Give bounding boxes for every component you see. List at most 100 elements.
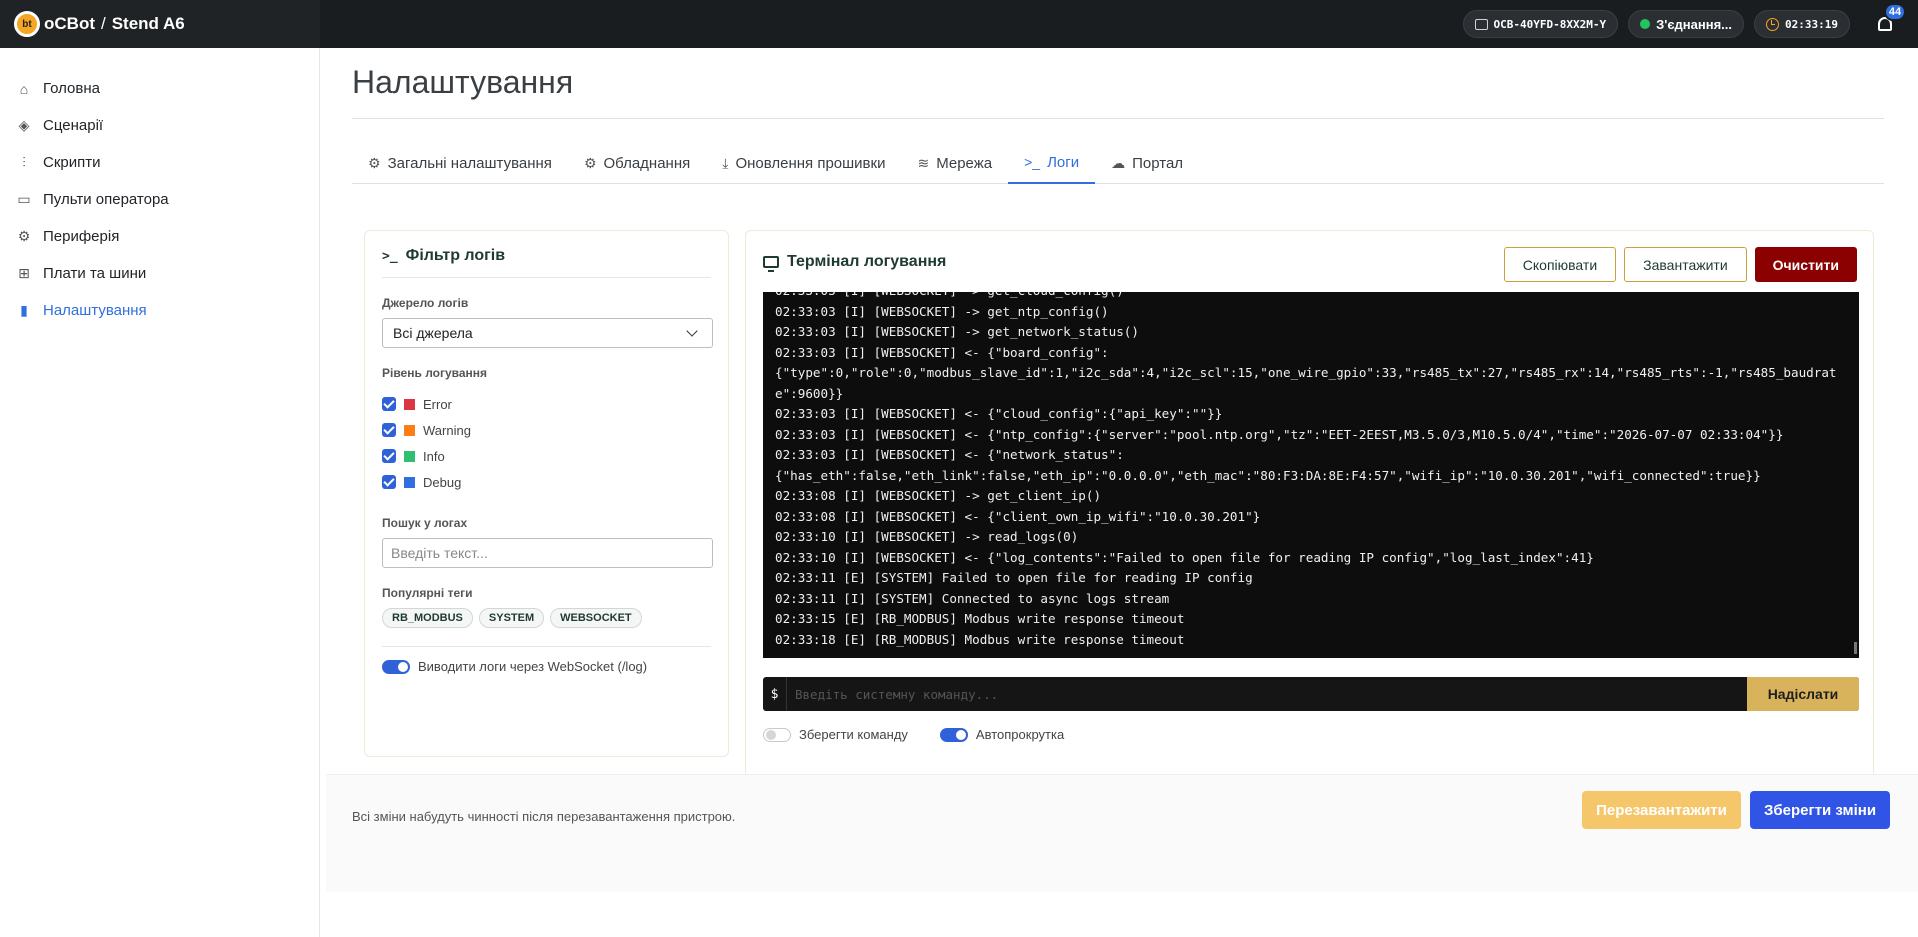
divider [352,118,1884,119]
clear-button[interactable]: Очистити [1754,247,1857,282]
save-command-toggle[interactable] [763,727,791,742]
log-line: 02:33:03 [I] [WEBSOCKET] <- {"ntp_config… [775,426,1784,442]
sidebar-item-label: Периферія [43,228,120,245]
tag-rb-modbus[interactable]: RB_MODBUS [382,608,473,628]
filter-title: Фільтр логів [405,247,506,264]
log-line: 02:33:11 [I] [SYSTEM] Connected to async… [775,590,1170,606]
device-id: OCB-40YFD-8XX2M-Y [1493,17,1607,31]
terminal-icon: >_ [1024,154,1041,170]
tab-network[interactable]: ≋ Мережа [901,142,1008,184]
tags-label: Популярні теги [382,586,473,600]
reboot-button[interactable]: Перезавантажити [1582,791,1741,829]
log-line: 02:33:03 [I] [WEBSOCKET] -> get_ntp_conf… [775,303,1109,319]
tab-general[interactable]: ⚙ Загальні налаштування [352,142,568,184]
level-label-text: Error [423,396,452,412]
tag-websocket[interactable]: WEBSOCKET [550,608,642,628]
websocket-log-toggle-row: Виводити логи через WebSocket (/log) [382,646,711,674]
folder-plus-icon: ⊞ [18,265,30,281]
sidebar-item-label: Плати та шини [43,265,147,282]
notifications-button[interactable]: 44 [1866,3,1906,39]
sidebar-item-peripherals[interactable]: ⚙ Периферія [0,218,319,255]
device-id-pill[interactable]: OCB-40YFD-8XX2M-Y [1462,10,1619,38]
log-line: 02:33:15 [E] [RB_MODBUS] Modbus write re… [775,611,1185,626]
log-line: 02:33:03 [I] [WEBSOCKET] -> get_cloud_co… [775,292,1847,302]
tab-label: Логи [1047,153,1080,171]
download-button[interactable]: Завантажити [1624,247,1747,282]
terminal-title: Термінал логування [787,253,947,270]
tab-label: Загальні налаштування [387,154,552,172]
level-error-checkbox[interactable] [382,397,396,411]
current-time: 02:33:19 [1785,17,1838,31]
search-placeholder: Введіть текст... [391,545,488,561]
terminal-card-header: Термінал логування [763,253,947,272]
save-changes-button[interactable]: Зберегти зміни [1750,791,1890,829]
tab-firmware[interactable]: ⤓ Оновлення прошивки [706,142,901,184]
connection-pill[interactable]: З'єднання... [1628,10,1745,38]
sidebar-item-scripts[interactable]: ⫶ Скрипти [0,144,319,181]
sidebar-item-boards[interactable]: ⊞ Плати та шини [0,255,319,292]
command-bar: $ Введіть системну команду... Надіслати [763,677,1859,711]
log-line: 02:33:08 [I] [WEBSOCKET] -> get_client_i… [775,488,1102,503]
monitor-icon: ▭ [17,191,31,207]
command-placeholder: Введіть системну команду... [795,686,999,702]
notification-count-badge: 44 [1884,3,1906,21]
level-debug-checkbox[interactable] [382,475,396,489]
chevron-down-icon [686,325,698,337]
info-color-swatch [404,450,415,462]
sidebar-item-operator-panels[interactable]: ▭ Пульти оператора [0,181,319,218]
settings-tabs: ⚙ Загальні налаштування ⚙ Обладнання ⤓ О… [352,142,1884,184]
send-command-button[interactable]: Надіслати [1747,677,1859,711]
sidebar-item-settings[interactable]: ▮ Налаштування [0,292,319,329]
command-input[interactable]: Введіть системну команду... [787,677,1747,711]
sidebar-item-home[interactable]: ⌂ Головна [0,70,319,107]
websocket-log-toggle[interactable] [382,659,410,674]
log-search-input[interactable]: Введіть текст... [382,538,713,568]
page-title: Налаштування [352,64,574,100]
level-warning-checkbox[interactable] [382,423,396,437]
copy-button[interactable]: Скопіювати [1503,247,1617,282]
top-bar-status: OCB-40YFD-8XX2M-Y З'єднання... 02:33:19 … [320,0,1918,48]
clock-icon [1766,17,1780,31]
log-source-value: Всі джерела [393,325,473,341]
log-output[interactable]: 02:33:03 [I] [WEBSOCKET] -> get_cloud_co… [763,292,1859,658]
settings-footer: Всі зміни набудуть чинності після переза… [326,774,1918,892]
cpu-icon: ⚙ [583,154,597,171]
wifi-icon: ≋ [917,154,930,171]
tab-label: Обладнання [603,154,691,172]
clock-pill[interactable]: 02:33:19 [1754,10,1850,38]
layers-icon: ◈ [18,117,30,133]
home-icon: ⌂ [19,80,29,97]
connection-status: З'єднання... [1656,16,1733,32]
chip-icon: ⚙ [17,228,31,244]
log-line: {"has_eth":false,"eth_link":false,"eth_i… [775,467,1761,483]
log-line: {"type":0,"role":0,"modbus_slave_id":1,"… [775,365,1837,401]
terminal-scrollbar[interactable] [1854,642,1857,654]
log-source-select[interactable]: Всі джерела [382,318,713,348]
source-label: Джерело логів [382,296,469,310]
log-terminal-card: Термінал логування Скопіювати Завантажит… [745,230,1874,808]
level-debug-row[interactable]: Debug [382,466,711,498]
tab-logs[interactable]: >_ Логи [1008,142,1096,184]
sidebar-item-scenarios[interactable]: ◈ Сценарії [0,107,319,144]
log-line: 02:33:18 [E] [RB_MODBUS] Modbus write re… [775,631,1185,647]
restart-note: Всі зміни набудуть чинності після переза… [352,809,736,824]
log-filter-card: >_ Фільтр логів Джерело логів Всі джерел… [364,230,729,757]
sidebar: ⌂ Головна ◈ Сценарії ⫶ Скрипти ▭ Пульти … [0,48,320,937]
main-content: Налаштування ⚙ Загальні налаштування ⚙ О… [320,48,1918,937]
tab-hardware[interactable]: ⚙ Обладнання [568,142,706,184]
stand-name: Stend A6 [111,14,185,33]
sidebar-item-label: Скрипти [43,154,101,171]
tab-portal[interactable]: ☁ Портал [1095,142,1199,184]
log-line: 02:33:03 [I] [WEBSOCKET] <- {"board_conf… [775,344,1109,360]
save-command-label: Зберегти команду [799,727,908,742]
log-line: 02:33:03 [I] [WEBSOCKET] <- {"cloud_conf… [775,406,1223,421]
filter-card-header: >_ Фільтр логів [382,247,711,278]
tab-label: Мережа [936,154,993,172]
id-card-icon [1474,18,1488,30]
terminal-actions: Скопіювати Завантажити Очистити [1503,247,1857,282]
autoscroll-toggle[interactable] [939,727,968,742]
tag-system[interactable]: SYSTEM [478,608,545,628]
brand[interactable]: bt oCBot / Stend A6 [0,0,320,48]
level-info-checkbox[interactable] [382,449,396,463]
debug-color-swatch [404,476,415,488]
